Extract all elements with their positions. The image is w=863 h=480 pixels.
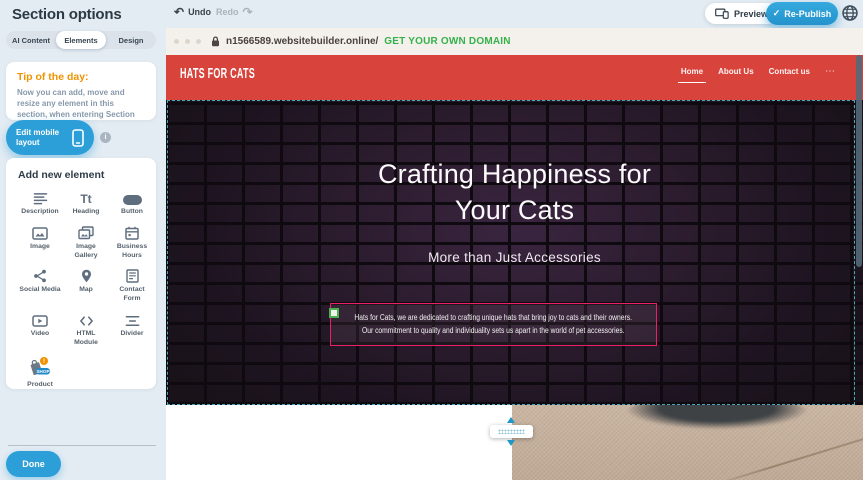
element-contact-form[interactable]: Contact Form [110,268,154,304]
edit-mobile-label: Edit mobile layout [16,128,66,148]
image-icon [32,225,48,240]
element-map[interactable]: Map [64,268,108,304]
republish-label: Re-Publish [784,9,831,19]
globe-icon[interactable] [841,4,859,22]
info-icon[interactable]: i [100,132,111,143]
element-business-hours[interactable]: Business Hours [110,225,154,261]
panel-divider [8,445,156,446]
preview-scrollbar[interactable] [856,55,862,267]
site-nav: Home About Us Contact us ⋯ [681,67,835,76]
svg-text:SHOP: SHOP [36,369,49,374]
heading-tt-icon: Tt [80,190,91,205]
tip-of-the-day-card: Tip of the day: Now you can add, move an… [6,62,156,120]
preview-label: Preview [734,9,768,19]
site-preview: n1566589.websitebuilder.online/ GET YOUR… [166,28,863,480]
drag-dots-icon [498,429,525,434]
lock-icon [211,36,220,47]
element-product-gallery[interactable]: !SHOP Product Gallery [18,356,62,389]
divider-icon [125,312,140,327]
site-logo[interactable]: HATS FOR CATS [180,66,255,82]
element-drag-handle[interactable] [329,308,339,318]
element-image[interactable]: Image [18,225,62,261]
arrow-up-icon [507,417,515,423]
tab-ai-content[interactable]: AI Content [6,31,56,49]
text-lines-icon [33,190,48,205]
element-button[interactable]: Button [110,190,154,217]
browser-dot [185,39,190,44]
done-button[interactable]: Done [6,451,61,477]
map-pin-icon [81,268,92,283]
video-icon [32,312,48,327]
redo-label: Redo [216,7,239,17]
tab-elements[interactable]: Elements [56,31,106,49]
page-title: Section options [12,6,122,23]
undo-button[interactable]: ↶ Undo [174,7,211,17]
browser-dot [196,39,201,44]
contact-form-icon [126,268,139,283]
image-gallery-icon [78,225,94,240]
topbar: Section options ↶ Undo Redo ↷ Preview ✓ … [0,0,863,28]
redo-button[interactable]: Redo ↷ [216,7,253,17]
arrow-down-icon [507,440,515,446]
add-element-title: Add new element [18,169,156,181]
hero-subheading[interactable]: More than Just Accessories [315,250,715,265]
element-description[interactable]: Description [18,190,62,217]
browser-bar: n1566589.websitebuilder.online/ GET YOUR… [166,28,863,55]
nav-more-icon[interactable]: ⋯ [825,68,835,76]
undo-label: Undo [188,7,211,17]
tip-title: Tip of the day: [17,71,145,83]
app-root: Section options ↶ Undo Redo ↷ Preview ✓ … [0,0,863,480]
element-divider[interactable]: Divider [110,312,154,348]
hero-paragraph-selected[interactable]: Hats for Cats, we are dedicated to craft… [330,303,657,346]
hero-heading[interactable]: Crafting Happiness for Your Cats [355,157,675,229]
tab-design[interactable]: Design [106,31,156,49]
code-icon [79,312,94,327]
check-icon: ✓ [773,8,781,19]
hero-paragraph-line: Hats for Cats, we are dedicated to craft… [355,312,633,324]
republish-button[interactable]: ✓ Re-Publish [766,2,838,25]
section-resize-handle[interactable] [490,425,533,438]
edit-mobile-layout-button[interactable]: Edit mobile layout [6,120,94,155]
add-new-element-card: Add new element Description Tt Heading B… [6,158,156,389]
phone-icon [72,129,84,147]
redo-icon: ↷ [243,7,253,17]
element-html-module[interactable]: HTML Module [64,312,108,348]
share-icon [33,268,47,283]
hero-section[interactable]: Crafting Happiness for Your Cats More th… [166,100,863,405]
element-heading[interactable]: Tt Heading [64,190,108,217]
element-image-gallery[interactable]: Image Gallery [64,225,108,261]
nav-home[interactable]: Home [681,67,703,76]
nav-about-us[interactable]: About Us [718,67,754,76]
get-domain-link[interactable]: GET YOUR OWN DOMAIN [384,36,510,47]
undo-icon: ↶ [174,7,184,17]
section-options-panel: AI Content Elements Design Tip of the da… [0,28,166,480]
product-gallery-icon: ! SHOP [27,356,53,378]
business-hours-icon [125,225,139,240]
site-url: n1566589.websitebuilder.online/ [226,36,378,47]
devices-icon [715,8,729,19]
hero-paragraph-line: Our commitment to quality and individual… [362,325,625,337]
nav-contact-us[interactable]: Contact us [769,67,810,76]
cat-carpet-image [512,405,863,480]
site-header: HATS FOR CATS Home About Us Contact us ⋯ [166,55,863,100]
element-grid: Description Tt Heading Button Image [18,190,156,389]
button-icon [123,190,142,205]
element-video[interactable]: Video [18,312,62,348]
svg-text:!: ! [43,359,45,365]
browser-dot [174,39,179,44]
cat-silhouette [627,405,807,429]
element-social-media[interactable]: Social Media [18,268,62,304]
website-canvas: HATS FOR CATS Home About Us Contact us ⋯… [166,55,863,480]
panel-tabbar: AI Content Elements Design [6,31,156,49]
